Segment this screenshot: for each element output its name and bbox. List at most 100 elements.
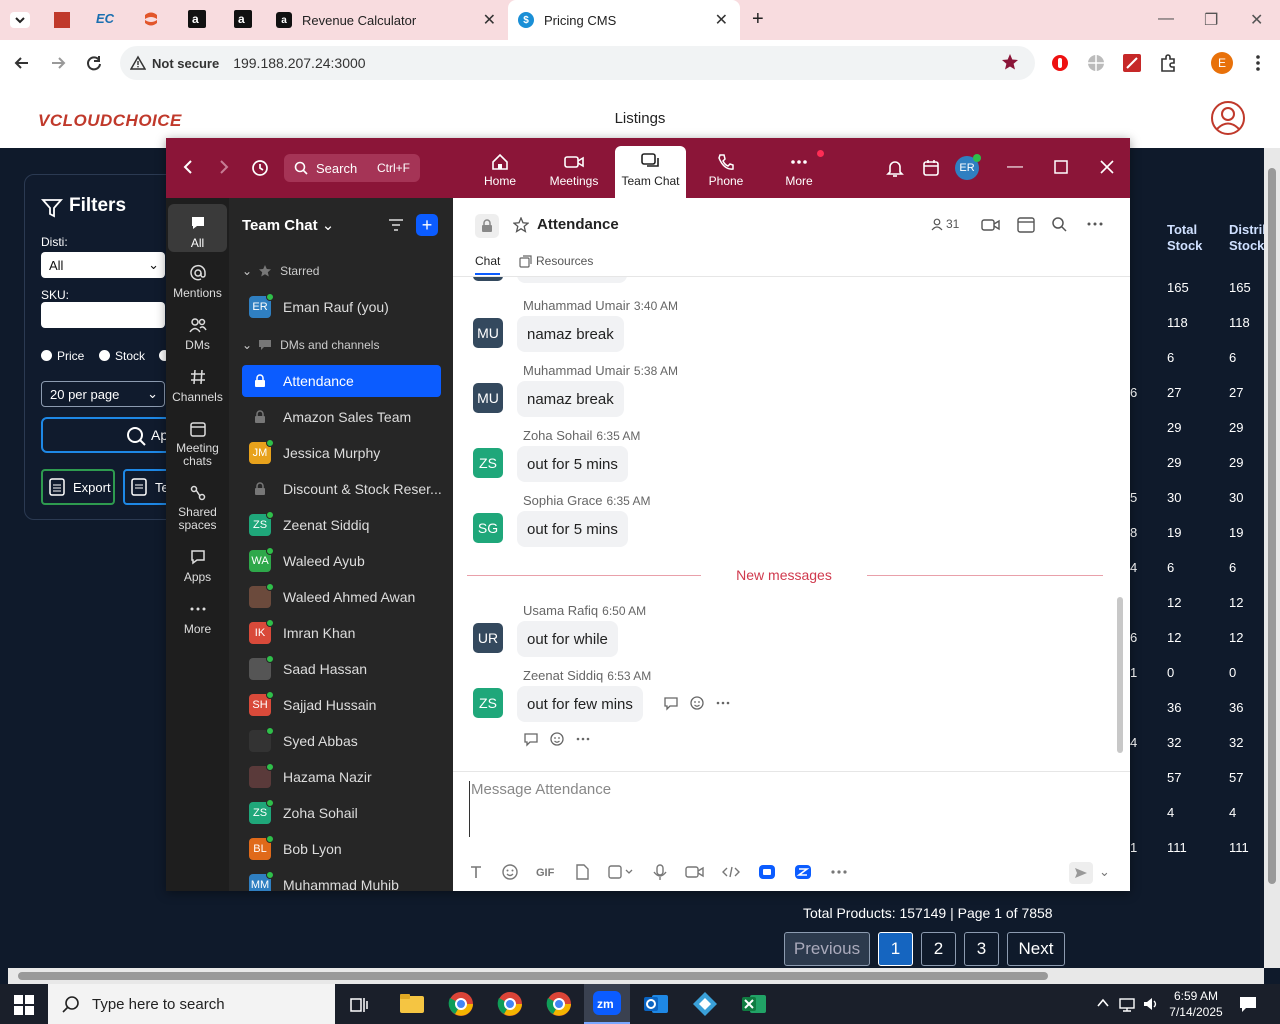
rail-apps[interactable]: Apps — [168, 544, 227, 584]
emoji-reaction-icon[interactable] — [689, 695, 705, 711]
taskbar-search[interactable]: Type here to search — [48, 984, 335, 1024]
send-options-chevron-icon[interactable]: ⌄ — [1099, 864, 1110, 880]
channel-item[interactable]: Syed Abbas — [242, 725, 441, 757]
nav-home[interactable]: Home — [464, 150, 536, 198]
nav-more[interactable]: More — [763, 150, 835, 198]
extension-globe-icon[interactable] — [1086, 53, 1106, 73]
message-bubble[interactable]: out for few mins — [517, 686, 643, 722]
tab-revenue-calculator[interactable]: a Revenue Calculator ✕ — [266, 0, 506, 40]
channel-item[interactable]: MM Muhammad Muhib — [242, 869, 441, 891]
video-message-icon[interactable] — [685, 863, 705, 881]
pinned-tab-amazon-icon-2[interactable]: a — [234, 10, 254, 30]
message-item[interactable]: MU Muhammad Umair 3:40 AM namaz break — [473, 298, 1093, 358]
close-icon[interactable] — [1099, 159, 1115, 175]
file-icon[interactable] — [573, 863, 591, 881]
members-count[interactable]: 31 — [931, 217, 959, 231]
rail-all[interactable]: All — [168, 204, 227, 252]
apply-button[interactable]: Ap — [41, 417, 171, 453]
message-item[interactable]: UR Usama Rafiq 6:50 AM out for while — [473, 603, 1093, 663]
app-icon-zoom-docs[interactable] — [793, 863, 813, 881]
channel-item[interactable]: Discount & Stock Reser... — [242, 473, 442, 505]
maximize-icon[interactable] — [1054, 160, 1068, 174]
rail-more[interactable]: More — [168, 596, 227, 636]
search-icon[interactable] — [1051, 216, 1067, 232]
close-tab-icon[interactable]: ✕ — [483, 10, 496, 30]
sender-avatar[interactable]: UR — [473, 623, 503, 653]
show-hidden-icons-chevron-icon[interactable] — [1096, 996, 1110, 1010]
code-snippet-icon[interactable] — [721, 863, 741, 881]
calendar-icon[interactable] — [921, 158, 941, 178]
page-2-button[interactable]: 2 — [921, 932, 956, 966]
channel-item[interactable]: ER Eman Rauf (you) — [242, 291, 441, 323]
chat-scrollbar-thumb[interactable] — [1117, 597, 1123, 753]
windows-start-icon[interactable] — [14, 995, 34, 1015]
user-account-icon[interactable] — [1210, 100, 1246, 136]
starred-section-header[interactable]: ⌄ Starred — [242, 264, 319, 278]
sender-name[interactable]: Usama Rafiq — [523, 603, 598, 618]
rail-meeting-chats[interactable]: Meeting chats — [168, 416, 227, 468]
chrome-profile-icon[interactable] — [496, 990, 524, 1018]
channel-item[interactable]: BL Bob Lyon — [242, 833, 441, 865]
close-tab-icon[interactable]: ✕ — [715, 10, 728, 30]
nav-team-chat[interactable]: Team Chat — [615, 146, 686, 198]
page-1-button[interactable]: 1 — [878, 932, 913, 966]
reply-icon[interactable] — [523, 731, 539, 747]
restore-window-icon[interactable]: ❐ — [1204, 10, 1218, 30]
channel-title[interactable]: Attendance — [537, 216, 619, 233]
filter-lines-icon[interactable] — [388, 218, 404, 232]
screenshot-icon[interactable] — [607, 863, 635, 881]
browser-menu-icon[interactable] — [1250, 53, 1266, 73]
sender-avatar[interactable]: ZS — [473, 448, 503, 478]
close-window-icon[interactable]: ✕ — [1250, 10, 1263, 30]
bell-icon[interactable] — [885, 158, 905, 178]
nav-phone[interactable]: Phone — [690, 150, 762, 198]
more-dots-icon[interactable] — [575, 731, 591, 747]
scrollbar-thumb[interactable] — [1268, 168, 1276, 884]
minimize-icon[interactable]: — — [1007, 158, 1023, 176]
nav-meetings[interactable]: Meetings — [538, 150, 610, 198]
more-dots-icon[interactable] — [715, 695, 731, 711]
text-format-icon[interactable] — [467, 863, 485, 881]
price-radio[interactable] — [41, 350, 52, 361]
channel-item[interactable]: ZS Zoha Sohail — [242, 797, 441, 829]
warning-icon[interactable] — [130, 55, 146, 71]
export-button[interactable]: Export — [41, 469, 115, 505]
app-diamond-icon[interactable] — [691, 990, 719, 1018]
app-icon-blue[interactable] — [757, 863, 777, 881]
channel-item[interactable]: JM Jessica Murphy — [242, 437, 441, 469]
url-text[interactable]: 199.188.207.24:3000 — [233, 55, 365, 71]
disti-select[interactable]: All ⌄ — [41, 252, 165, 278]
gif-icon[interactable]: GIF — [535, 863, 557, 881]
video-icon[interactable] — [981, 217, 1001, 233]
team-chat-title[interactable]: Team Chat ⌄ — [242, 216, 334, 234]
send-icon[interactable] — [1069, 862, 1093, 884]
stock-radio[interactable] — [99, 350, 110, 361]
tab-search-dropdown-icon[interactable] — [10, 12, 30, 32]
message-composer-input[interactable]: Message Attendance — [469, 781, 1109, 837]
dms-section-header[interactable]: ⌄ DMs and channels — [242, 338, 379, 352]
user-avatar[interactable]: ER — [955, 154, 981, 180]
message-bubble[interactable]: out for 5 mins — [517, 511, 628, 547]
sender-avatar[interactable]: SG — [473, 513, 503, 543]
channel-item[interactable]: Hazama Nazir — [242, 761, 441, 793]
back-arrow-icon[interactable] — [180, 158, 196, 176]
rail-mentions[interactable]: Mentions — [168, 260, 227, 300]
notifications-icon[interactable] — [1238, 994, 1258, 1014]
message-bubble[interactable]: out for while — [517, 621, 618, 657]
calendar-icon[interactable] — [1017, 215, 1035, 233]
tab-resources[interactable]: Resources — [519, 254, 593, 268]
message-item[interactable]: MU Muhammad Umair 5:38 AM namaz break — [473, 363, 1093, 423]
channel-item[interactable]: Attendance — [242, 365, 441, 397]
zoom-search-box[interactable]: Search Ctrl+F — [284, 154, 420, 182]
chrome-icon[interactable] — [447, 990, 475, 1018]
message-item[interactable]: ZS Zeenat Siddiq 6:53 AM out for few mins — [473, 668, 1093, 728]
message-item[interactable]: ZS Zoha Sohail 6:35 AM out for 5 mins — [473, 428, 1093, 488]
pinned-tab-icon[interactable] — [52, 10, 72, 30]
emoji-reaction-icon[interactable] — [549, 731, 565, 747]
sender-name[interactable]: Muhammad Umair — [523, 363, 630, 378]
favorite-star-icon[interactable] — [513, 217, 529, 233]
page-horizontal-scrollbar[interactable] — [8, 968, 1264, 984]
forward-icon[interactable] — [48, 53, 68, 73]
rail-channels[interactable]: Channels — [168, 364, 227, 404]
channel-item[interactable]: WA Waleed Ayub — [242, 545, 441, 577]
